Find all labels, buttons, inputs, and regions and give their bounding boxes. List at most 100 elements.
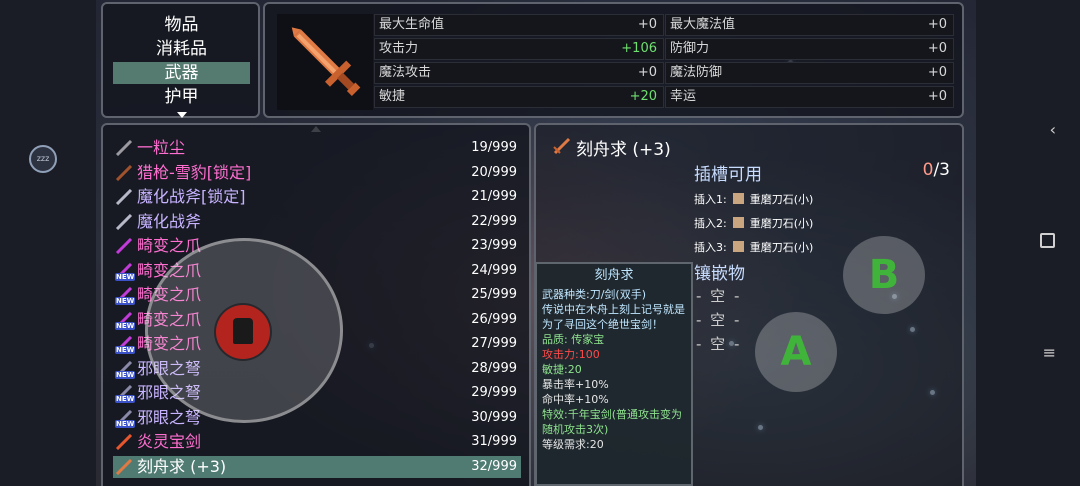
stat-value: +0 bbox=[637, 65, 657, 80]
socket-header: 插槽可用 bbox=[694, 165, 762, 185]
inventory-item-count: 22/999 bbox=[471, 213, 517, 229]
stat-label: 魔法攻击 bbox=[379, 65, 432, 80]
tooltip-line: 攻击力:100 bbox=[542, 348, 600, 361]
detail-item-title: 刻舟求 (+3) bbox=[576, 140, 671, 160]
inventory-item-count: 26/999 bbox=[471, 311, 517, 327]
inventory-item[interactable]: 炎灵宝剑 31/999 bbox=[113, 431, 521, 453]
stat-label: 魔法防御 bbox=[670, 65, 723, 80]
axe-icon bbox=[115, 189, 133, 205]
inlay-slot-1[interactable]: - 空 - bbox=[696, 285, 741, 306]
stat-label: 防御力 bbox=[670, 41, 710, 56]
inventory-item-name: 魔化战斧 bbox=[137, 211, 202, 231]
inventory-item-count: 20/999 bbox=[471, 164, 517, 180]
inventory-item-count: 21/999 bbox=[471, 189, 517, 204]
inventory-item[interactable]: 畸变之爪 23/999 bbox=[113, 235, 521, 257]
stat-value: +0 bbox=[927, 89, 947, 104]
whetstone-icon bbox=[732, 217, 744, 228]
inventory-item[interactable]: 猎枪-雪豹[锁定] 20/999 bbox=[113, 162, 521, 184]
socket-count: 0/3 bbox=[923, 160, 950, 180]
item-tooltip: 刻舟求 武器种类:刀/剑(双手) 传说中在木舟上刻上记号就是为了寻回这个绝世宝剑！… bbox=[535, 262, 693, 486]
tooltip-line: 暴击率+10% bbox=[542, 378, 609, 391]
socket-label: 插入3: bbox=[694, 241, 727, 254]
new-badge: NEW bbox=[115, 370, 136, 379]
sleep-status-icon[interactable]: zzz bbox=[29, 145, 57, 173]
inventory-item-count: 24/999 bbox=[471, 262, 517, 278]
inventory-item-count: 32/999 bbox=[471, 458, 517, 474]
a-button[interactable]: A bbox=[755, 312, 837, 392]
scroll-down-arrow-icon[interactable] bbox=[177, 112, 187, 118]
b-button[interactable]: B bbox=[843, 236, 925, 314]
inventory-item-name: 炎灵宝剑 bbox=[137, 432, 202, 451]
joystick-knob[interactable] bbox=[216, 305, 270, 359]
stat-attack: 攻击力 +106 bbox=[374, 38, 664, 60]
tooltip-line: 命中率+10% bbox=[542, 393, 609, 406]
socket-stone-name: 重磨刀石(小) bbox=[749, 193, 814, 206]
inventory-item[interactable]: 魔化战斧 22/999 bbox=[113, 211, 521, 233]
socket-slot-3[interactable]: 插入3: 重磨刀石(小) bbox=[694, 239, 813, 255]
fire-sword-icon bbox=[115, 434, 133, 450]
stat-magic-attack: 魔法攻击 +0 bbox=[374, 62, 664, 84]
stat-luck: 幸运 +0 bbox=[665, 86, 954, 108]
tooltip-line: 武器种类:刀/剑(双手) bbox=[542, 288, 646, 301]
whetstone-icon bbox=[732, 241, 744, 252]
inlay-header: 镶嵌物 bbox=[694, 264, 745, 284]
stat-value: +20 bbox=[629, 89, 657, 104]
stat-grid: 最大生命值 +0 最大魔法值 +0 攻击力 +106 防御力 +0 魔法攻击 +0 魔法防… bbox=[374, 14, 954, 110]
new-badge: NEW bbox=[115, 297, 136, 305]
stat-value: +0 bbox=[927, 41, 947, 56]
inventory-item-count: 29/999 bbox=[471, 385, 517, 400]
tooltip-line: 品质: 传家宝 bbox=[542, 333, 605, 346]
new-badge: NEW bbox=[115, 395, 136, 403]
home-nav-icon[interactable] bbox=[1040, 233, 1055, 248]
category-item-consumables[interactable]: 消耗品 bbox=[113, 38, 250, 60]
inlay-slot-3[interactable]: - 空 - bbox=[696, 333, 741, 354]
new-badge: NEW bbox=[115, 346, 136, 354]
inlay-slot-2[interactable]: - 空 - bbox=[696, 309, 741, 330]
stat-value: +0 bbox=[927, 17, 947, 32]
axe-icon bbox=[115, 213, 133, 230]
inventory-item-count: 28/999 bbox=[471, 360, 517, 376]
stat-agility: 敏捷 +20 bbox=[374, 86, 664, 108]
tooltip-line: 敏捷:20 bbox=[542, 363, 582, 376]
weapon-portrait bbox=[277, 14, 373, 110]
category-item-armor[interactable]: 护甲 bbox=[113, 86, 250, 108]
stat-magic-defense: 魔法防御 +0 bbox=[665, 62, 954, 84]
inventory-item[interactable]: NEW 邪眼之弩 30/999 bbox=[113, 407, 521, 429]
socket-slot-2[interactable]: 插入2: 重磨刀石(小) bbox=[694, 215, 813, 231]
tooltip-line: 等级需求:20 bbox=[542, 438, 604, 451]
inventory-item-count: 25/999 bbox=[471, 287, 517, 302]
inventory-item-count: 27/999 bbox=[471, 336, 517, 351]
menu-nav-icon[interactable]: ≡ bbox=[1043, 343, 1056, 362]
tooltip-lines: 武器种类:刀/剑(双手) 传说中在木舟上刻上记号就是为了寻回这个绝世宝剑！ 品质: … bbox=[542, 287, 686, 452]
sword-icon bbox=[291, 27, 361, 96]
inventory-item-name: 魔化战斧[锁定] bbox=[137, 187, 246, 206]
inventory-item[interactable]: 一粒尘 19/999 bbox=[113, 137, 521, 159]
inventory-item-name: 刻舟求 (+3) bbox=[137, 456, 227, 476]
dust-icon bbox=[115, 140, 133, 156]
sword-icon bbox=[115, 458, 133, 475]
new-badge: NEW bbox=[115, 419, 136, 428]
stat-value: +106 bbox=[621, 41, 657, 56]
socket-label: 插入1: bbox=[694, 193, 727, 206]
socket-label: 插入2: bbox=[694, 217, 727, 230]
claw-icon bbox=[115, 238, 133, 254]
inventory-item-count: 30/999 bbox=[471, 409, 517, 425]
stat-value: +0 bbox=[927, 65, 947, 80]
inventory-item-count: 19/999 bbox=[471, 140, 517, 155]
whetstone-icon bbox=[732, 193, 744, 204]
new-badge: NEW bbox=[115, 321, 136, 330]
stat-label: 最大魔法值 bbox=[670, 17, 736, 32]
stat-defense: 防御力 +0 bbox=[665, 38, 954, 60]
inventory-item-name: 邪眼之弩 bbox=[137, 407, 202, 427]
stat-label: 幸运 bbox=[670, 89, 697, 104]
inventory-item[interactable]: 魔化战斧[锁定] 21/999 bbox=[113, 186, 521, 208]
category-item-weapons[interactable]: 武器 bbox=[113, 62, 250, 84]
inventory-item[interactable]: 刻舟求 (+3) 32/999 bbox=[113, 455, 521, 478]
tooltip-line: 特效:千年宝剑(普通攻击变为随机攻击3次) bbox=[542, 408, 682, 436]
gun-icon bbox=[115, 164, 133, 181]
category-item-items[interactable]: 物品 bbox=[113, 14, 250, 36]
socket-slot-1[interactable]: 插入1: 重磨刀石(小) bbox=[694, 191, 813, 207]
stat-label: 敏捷 bbox=[379, 89, 406, 104]
back-nav-icon[interactable]: ‹ bbox=[1050, 120, 1056, 139]
stat-max-mp: 最大魔法值 +0 bbox=[665, 14, 954, 36]
